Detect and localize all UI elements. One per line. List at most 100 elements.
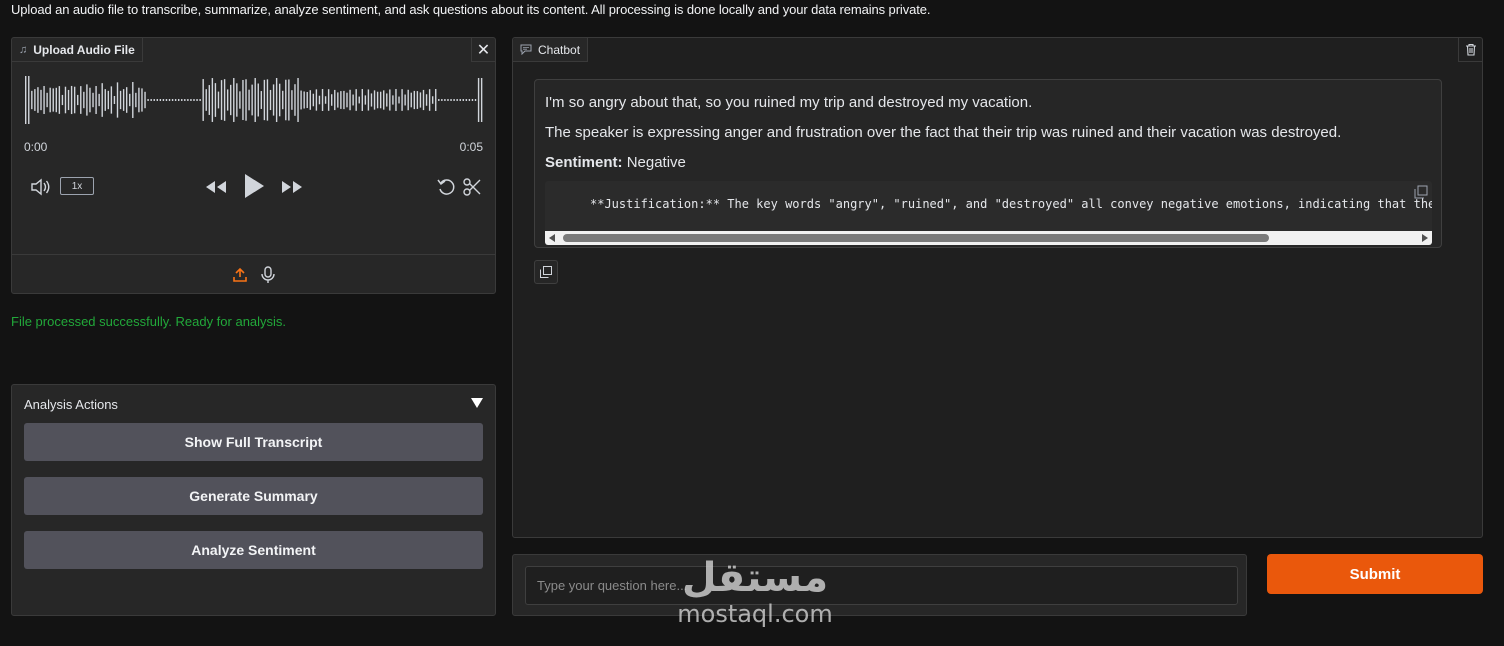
rewind-icon[interactable] (204, 179, 228, 195)
scroll-right-arrow-icon[interactable] (1422, 234, 1428, 242)
analyze-sentiment-button[interactable]: Analyze Sentiment (24, 531, 483, 569)
waveform-bar (278, 83, 281, 117)
sentiment-value: Negative (626, 154, 686, 171)
waveform-bar (447, 99, 449, 101)
waveform-bar (211, 78, 214, 122)
waveform-bar (153, 99, 155, 101)
message-line-1: I'm so angry about that, so you ruined m… (545, 94, 1033, 111)
waveform-bar (419, 92, 422, 108)
sentiment-line: Sentiment: Negative (545, 154, 686, 171)
audio-label-text: Upload Audio File (33, 42, 135, 57)
waveform-bar (346, 92, 348, 108)
waveform-bar (184, 99, 186, 101)
message-line-2: The speaker is expressing anger and frus… (545, 124, 1342, 141)
waveform-bar (331, 94, 333, 106)
copy-message-button[interactable] (534, 260, 558, 284)
sentiment-label: Sentiment: (545, 154, 623, 171)
waveform-bar (83, 91, 85, 109)
waveform-bar (132, 82, 134, 118)
waveform-bar (401, 89, 403, 111)
microphone-icon[interactable] (260, 265, 276, 284)
fast-forward-icon[interactable] (280, 179, 304, 195)
audio-source-bar (12, 254, 495, 294)
waveform-bar (413, 90, 416, 110)
waveform-bar (144, 91, 146, 109)
waveform-bar (269, 89, 272, 111)
waveform-bar (122, 89, 125, 111)
show-full-transcript-button[interactable]: Show Full Transcript (24, 423, 483, 461)
waveform-bar (361, 89, 363, 111)
chatbot-label: Chatbot (513, 38, 589, 62)
audio-waveform[interactable] (24, 74, 484, 126)
waveform-bar (474, 99, 477, 101)
waveform-bar (55, 87, 57, 113)
waveform-bar (217, 91, 220, 109)
waveform-bar (168, 99, 171, 101)
waveform-bar (162, 99, 165, 101)
waveform-bar (416, 91, 419, 109)
waveform-bar (58, 86, 61, 114)
upload-icon[interactable] (232, 267, 248, 283)
undo-icon[interactable] (436, 177, 456, 197)
waveform-bar (373, 90, 376, 110)
waveform-bar (86, 84, 88, 116)
waveform-bar (251, 84, 253, 116)
waveform-bar (242, 79, 244, 121)
scrollbar-thumb[interactable] (563, 234, 1269, 242)
waveform-bar (453, 99, 455, 101)
waveform-bar (181, 99, 183, 101)
waveform-bar (266, 79, 269, 121)
waveform-bar (410, 92, 412, 108)
waveform-bar (193, 99, 195, 101)
waveform-bar (471, 99, 474, 101)
waveform-bar (263, 79, 266, 121)
music-note-icon: ♫ (19, 43, 28, 56)
close-icon[interactable]: ✕ (471, 38, 495, 62)
waveform-bar (422, 89, 425, 111)
generate-summary-button[interactable]: Generate Summary (24, 477, 483, 515)
time-start: 0:00 (24, 140, 48, 154)
waveform-bar (441, 99, 443, 101)
horizontal-scrollbar[interactable] (545, 231, 1432, 245)
waveform-bar (444, 99, 446, 101)
waveform-bar (337, 92, 339, 108)
waveform-bar (468, 99, 471, 101)
waveform-bar (159, 99, 162, 101)
play-icon[interactable] (242, 172, 266, 200)
waveform-bar (214, 83, 217, 117)
waveform-bar (147, 99, 149, 101)
waveform-bar (456, 99, 458, 101)
submit-button[interactable]: Submit (1267, 554, 1483, 594)
copy-code-icon[interactable] (1414, 185, 1428, 199)
waveform-bar (379, 91, 382, 109)
waveform-bar (138, 87, 140, 113)
waveform-bar (309, 90, 311, 110)
waveform-bar (125, 87, 128, 113)
waveform-bar (297, 78, 299, 122)
waveform-bar (196, 99, 198, 101)
waveform-bar (370, 93, 373, 107)
waveform-bar (67, 89, 70, 111)
waveform-bar (435, 89, 437, 111)
playback-speed-button[interactable]: 1x (60, 177, 94, 195)
waveform-bar (324, 96, 327, 104)
waveform-bar (465, 99, 468, 101)
volume-icon[interactable] (30, 178, 52, 196)
waveform-bar (291, 90, 293, 110)
waveform-bar (288, 79, 290, 121)
waveform-bar (28, 76, 30, 124)
waveform-bar (398, 96, 400, 104)
time-end: 0:05 (459, 140, 483, 154)
waveform-bar (275, 78, 278, 122)
scroll-left-arrow-icon[interactable] (549, 234, 555, 242)
waveform-bar (113, 95, 116, 105)
collapse-caret-icon[interactable] (471, 398, 483, 408)
waveform-bar (77, 94, 79, 106)
question-input[interactable] (525, 566, 1238, 605)
waveform-bar (52, 88, 54, 112)
trash-icon[interactable] (1458, 38, 1482, 62)
scissors-icon[interactable] (462, 177, 482, 197)
waveform-bar (389, 89, 391, 111)
waveform-bar (46, 92, 48, 108)
audio-label: ♫ Upload Audio File (12, 38, 143, 62)
